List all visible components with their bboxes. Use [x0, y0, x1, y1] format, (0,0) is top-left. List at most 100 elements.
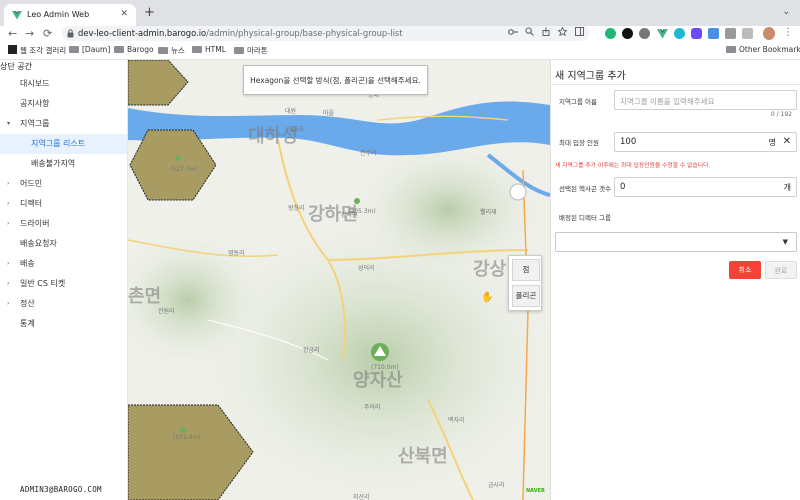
bookmark-label: Barogo: [127, 45, 154, 54]
map-place-label: 성덕리: [358, 265, 375, 272]
url-input[interactable]: dev-leo-client-admin.barogo.io/admin/phy…: [62, 26, 590, 41]
group-name-label: 지역그룹 이름: [559, 98, 597, 106]
gear-extension-icon[interactable]: [639, 28, 650, 39]
tab-close-icon[interactable]: ✕: [120, 9, 128, 19]
vue-devtools-extension-icon[interactable]: [657, 28, 668, 39]
sidebar-item-notice[interactable]: 공지사항: [0, 94, 127, 114]
map-place-label: 전수리: [360, 150, 377, 157]
group-name-input[interactable]: 지역그룹 이름을 입력해주세요: [614, 90, 797, 110]
tab-title: Leo Admin Web: [27, 10, 90, 19]
back-button[interactable]: ←: [8, 26, 17, 41]
sidebar-item-cs-ticket[interactable]: › 일반 CS 티켓: [0, 274, 127, 294]
other-bookmarks[interactable]: Other Bookmarks: [726, 45, 800, 54]
sidepanel-icon[interactable]: [575, 27, 584, 36]
folder-icon: [158, 47, 168, 54]
hexagon-count-unit: 개: [783, 183, 791, 192]
map-place-label: (531.4m): [173, 434, 201, 441]
sidebar-item-admin[interactable]: › 어드민: [0, 174, 127, 194]
draw-polygon-button[interactable]: 폴리곤: [512, 285, 540, 307]
map-place-label: 지산리: [353, 494, 370, 500]
new-tab-button[interactable]: +: [144, 5, 155, 20]
panel-divider: [551, 84, 800, 85]
bookmark-label: [Daum]: [82, 45, 111, 54]
sidebar-toggle-icon[interactable]: [742, 28, 753, 39]
omnibox-icons[interactable]: [507, 26, 584, 38]
naver-logo: NAVER: [526, 488, 545, 494]
map-place-label: 웰리재: [480, 209, 497, 216]
bookmark-label: 웹 조각 갤러리: [20, 46, 67, 55]
director-group-select[interactable]: ▼: [555, 232, 797, 252]
sidebar-header: 상단 공간: [0, 62, 32, 71]
app-root: 상단 공간 대시보드 공지사항 ▾ 지역그룹 지역그룹 리스트 배송불가지역 › 어…: [0, 60, 800, 500]
share-icon[interactable]: [542, 27, 550, 36]
grid-extension-icon[interactable]: [691, 28, 702, 39]
map-place-label: 관원리: [158, 308, 175, 315]
hexagon-count-field: 0 개: [614, 177, 797, 197]
vue-logo-icon: [12, 11, 22, 20]
map-place-label: (527.7m): [170, 166, 198, 173]
chevron-right-icon: ›: [7, 220, 10, 227]
profile-avatar[interactable]: [763, 27, 775, 40]
map-place-label: 왕창리: [288, 205, 305, 212]
reading-list-icon[interactable]: [725, 28, 736, 39]
bookmark-folder[interactable]: HTML: [192, 45, 226, 54]
browser-tab[interactable]: Leo Admin Web ✕: [4, 4, 136, 26]
sidebar-item-label: 통계: [20, 319, 35, 328]
sidebar-item-requester[interactable]: 배송요청자: [0, 234, 127, 254]
bookmarks-bar: 웹 조각 갤러리 [Daum] Barogo 뉴스 HTML 마라톤 Other…: [0, 41, 800, 60]
sidebar-item-statistics[interactable]: 통계: [0, 314, 127, 334]
done-button[interactable]: 완료: [765, 261, 797, 279]
hand-cursor-icon: ✋: [481, 292, 494, 303]
add-region-group-panel: 새 지역그룹 추가 지역그룹 이름 지역그룹 이름을 입력해주세요 0 / 19…: [550, 60, 800, 500]
lock-icon: [67, 29, 74, 38]
sidebar-item-settlement[interactable]: › 정산: [0, 294, 127, 314]
map-place-label: 영동리: [228, 250, 245, 257]
forward-button[interactable]: →: [25, 26, 34, 41]
bookmark-folder[interactable]: 뉴스: [158, 45, 185, 56]
dark-reader-extension-icon[interactable]: [622, 28, 633, 39]
map-place-label: (205.3m): [348, 208, 376, 215]
sidebar-item-undeliverable-area[interactable]: 배송불가지역: [0, 154, 127, 174]
draw-point-button[interactable]: 점: [512, 259, 540, 281]
max-capacity-input[interactable]: 100 명 ✕: [614, 132, 797, 152]
sidebar-item-region-group[interactable]: ▾ 지역그룹: [0, 114, 127, 134]
browser-menu-icon[interactable]: ⋮: [783, 27, 793, 38]
browser-tab-bar: Leo Admin Web ✕ + ⌄: [0, 0, 800, 26]
folder-icon: [726, 46, 736, 53]
map-place-label: 항금리: [303, 347, 320, 354]
bookmark-folder[interactable]: [Daum]: [69, 45, 110, 54]
zoom-icon[interactable]: [525, 27, 535, 36]
sidebar-item-region-group-list[interactable]: 지역그룹 리스트: [0, 134, 127, 154]
sidebar-item-label: 배송불가지역: [31, 159, 76, 168]
map-view[interactable]: 대하성 강하면 양자산 산북면 강상 촌면 대원 마을 강하면 전수리 왕창리 …: [128, 60, 550, 500]
hexagon-count-value: 0: [620, 182, 626, 192]
cancel-button[interactable]: 취소: [729, 261, 761, 279]
bookmark-label: HTML: [205, 45, 226, 54]
clear-icon[interactable]: ✕: [783, 136, 791, 147]
bookmark-folder[interactable]: 마라톤: [234, 45, 268, 56]
sidebar-item-dashboard[interactable]: 대시보드: [0, 74, 127, 94]
director-group-label: 배정된 디렉터 그룹: [559, 214, 611, 222]
max-capacity-unit: 명: [768, 138, 776, 147]
bookmark-item[interactable]: 웹 조각 갤러리: [8, 45, 66, 56]
tab-search-icon[interactable]: ⌄: [782, 7, 790, 17]
key-icon[interactable]: [507, 28, 518, 36]
reload-button[interactable]: ⟳: [43, 26, 52, 41]
sidebar-item-delivery[interactable]: › 배송: [0, 254, 127, 274]
star-icon[interactable]: [557, 26, 568, 37]
react-extension-icon[interactable]: [674, 28, 685, 39]
sidebar-item-driver[interactable]: › 드라이버: [0, 214, 127, 234]
bookmark-label: 뉴스: [171, 46, 185, 55]
puzzle-extension-icon[interactable]: [708, 28, 719, 39]
user-email: ADMIN3@BAROGO.COM: [20, 485, 102, 494]
chevron-down-icon: ▾: [7, 120, 11, 127]
bookmark-folder[interactable]: Barogo: [114, 45, 154, 54]
sidebar-item-label: 드라이버: [20, 219, 50, 228]
map-area-label: 산북면: [398, 446, 448, 467]
map-place-label: 금사리: [488, 482, 505, 489]
sidebar-item-director[interactable]: › 디렉터: [0, 194, 127, 214]
map-place-label: 마을: [323, 110, 335, 117]
url-text: dev-leo-client-admin.barogo.io/admin/phy…: [78, 28, 403, 38]
grammarly-extension-icon[interactable]: [605, 28, 616, 39]
bookmark-logo-icon: [8, 45, 17, 54]
